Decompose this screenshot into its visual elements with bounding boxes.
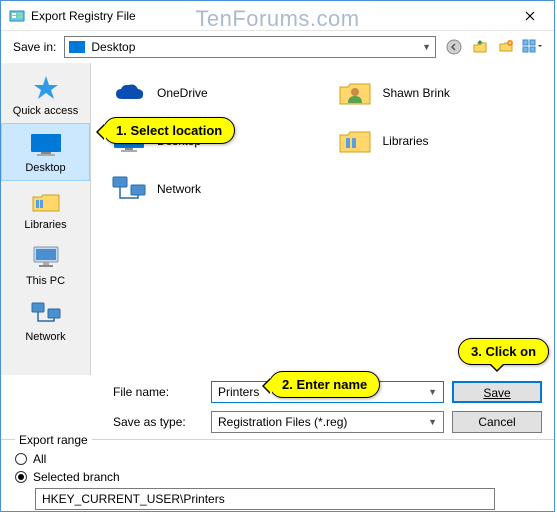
file-label: OneDrive: [157, 86, 208, 100]
network-icon: [28, 299, 64, 329]
place-label: Quick access: [13, 105, 78, 117]
close-button[interactable]: [507, 2, 552, 30]
new-folder-icon[interactable]: [496, 37, 516, 57]
user-folder-icon: [337, 77, 373, 109]
save-as-type-label: Save as type:: [113, 415, 203, 429]
file-list[interactable]: OneDrive Shawn Brink Desktop Libraries N…: [91, 63, 554, 375]
export-range-group: Export range All Selected branch HKEY_CU…: [1, 439, 554, 518]
save-in-row: Save in: Desktop ▼: [1, 31, 554, 63]
place-desktop[interactable]: Desktop: [1, 123, 90, 181]
toolbar-icons: [444, 37, 542, 57]
view-menu-icon[interactable]: [522, 37, 542, 57]
place-label: This PC: [26, 275, 65, 287]
place-libraries[interactable]: Libraries: [1, 181, 90, 237]
desktop-icon: [28, 130, 64, 160]
callout-enter-name: 2. Enter name: [269, 371, 380, 398]
radio-selected-row[interactable]: Selected branch: [15, 470, 540, 484]
export-registry-dialog: Export Registry File TenForums.com Save …: [0, 0, 555, 512]
callout-select-location: 1. Select location: [103, 117, 235, 144]
place-label: Libraries: [24, 219, 66, 231]
libraries-icon: [337, 125, 373, 157]
file-item-onedrive[interactable]: OneDrive: [107, 73, 313, 113]
radio-selected[interactable]: [15, 471, 27, 483]
quick-access-icon: [28, 73, 64, 103]
window-title: Export Registry File: [31, 9, 507, 23]
save-in-label: Save in:: [13, 40, 56, 54]
place-network[interactable]: Network: [1, 293, 90, 349]
file-label: Network: [157, 182, 201, 196]
onedrive-icon: [111, 77, 147, 109]
places-bar: Quick access Desktop Libraries This PC N…: [1, 63, 91, 375]
up-icon[interactable]: [470, 37, 490, 57]
file-item-libraries[interactable]: Libraries: [333, 121, 539, 161]
save-as-type-dropdown[interactable]: Registration Files (*.reg) ▼: [211, 411, 444, 433]
place-quick-access[interactable]: Quick access: [1, 67, 90, 123]
network-icon: [111, 173, 147, 205]
place-label: Desktop: [25, 162, 65, 174]
desktop-icon: [69, 41, 85, 53]
main-area: Quick access Desktop Libraries This PC N…: [1, 63, 554, 375]
radio-all[interactable]: [15, 453, 27, 465]
file-item-network[interactable]: Network: [107, 169, 313, 209]
save-in-value: Desktop: [91, 40, 135, 54]
place-this-pc[interactable]: This PC: [1, 237, 90, 293]
file-label: Libraries: [383, 134, 429, 148]
cancel-button[interactable]: Cancel: [452, 411, 542, 433]
this-pc-icon: [28, 243, 64, 273]
file-item-user[interactable]: Shawn Brink: [333, 73, 539, 113]
export-range-legend: Export range: [15, 433, 92, 447]
radio-all-label: All: [33, 452, 46, 466]
radio-all-row[interactable]: All: [15, 452, 540, 466]
place-label: Network: [25, 331, 65, 343]
save-in-dropdown[interactable]: Desktop ▼: [64, 36, 436, 58]
radio-selected-label: Selected branch: [33, 470, 120, 484]
titlebar: Export Registry File: [1, 1, 554, 31]
chevron-down-icon: ▼: [428, 417, 437, 427]
branch-path-input[interactable]: HKEY_CURRENT_USER\Printers: [35, 488, 495, 510]
chevron-down-icon: ▼: [422, 42, 431, 52]
save-button[interactable]: Save: [452, 381, 542, 403]
chevron-down-icon: ▼: [428, 387, 437, 397]
registry-icon: [9, 8, 25, 24]
file-label: Shawn Brink: [383, 86, 450, 100]
save-as-type-value: Registration Files (*.reg): [218, 415, 347, 429]
back-icon[interactable]: [444, 37, 464, 57]
file-name-label: File name:: [113, 385, 203, 399]
libraries-icon: [28, 187, 64, 217]
branch-path-value: HKEY_CURRENT_USER\Printers: [42, 492, 225, 506]
callout-click-on: 3. Click on: [458, 338, 549, 365]
